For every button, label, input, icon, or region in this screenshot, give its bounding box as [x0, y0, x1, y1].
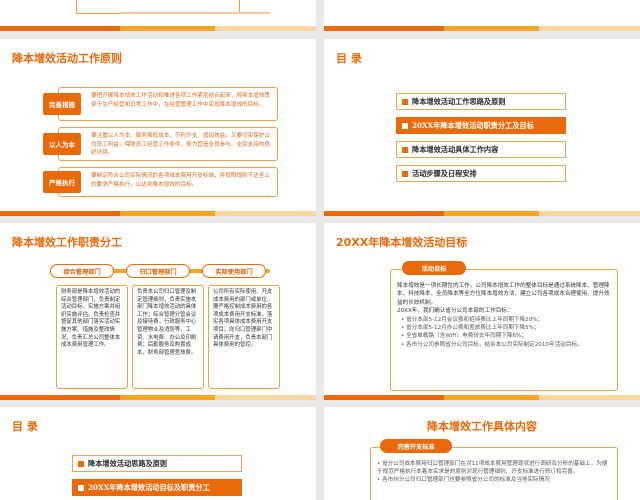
bullet-square-icon: [402, 170, 408, 177]
duty-column: 负责本公司归口管理及制定管理细则，负责实施本部门降本增效活动的具体工作；综合管理…: [132, 285, 204, 389]
bullet-square-icon: [402, 98, 408, 105]
toc-item-label: 降本增效活动具体工作内容: [412, 144, 499, 154]
fragment-line: [120, 12, 270, 14]
principle-text: 要把开展降本增效工作活动和推进各项工作紧密结合起来，将降本增效贯穿于生产经营和日…: [91, 93, 271, 108]
goal-year-line: 20XX年，我们确认省分公司本部的工作目标：: [397, 308, 513, 315]
slide-footer-bar: [0, 395, 316, 400]
slide-thumbnail-work[interactable]: 降本增效工作具体内容 • 省分公司成本费用归口管理部门在对11项成本费用管理现状…: [324, 407, 640, 500]
work-head-badge: 完善开支标准: [380, 439, 452, 453]
toc-item-label: 20XX年降本增效活动职责分工及目标: [412, 120, 534, 130]
toc-item: 活动步骤及日程安排: [396, 165, 566, 182]
bullet-square-icon: [402, 146, 408, 153]
duty-column-head: 归口管理部门: [126, 264, 190, 278]
toc-item-label: 活动步骤及日程安排: [412, 168, 477, 178]
slide-footer-bar: [0, 211, 316, 216]
principle-tag: 严格执行: [43, 171, 81, 193]
slide-thumbnail-0[interactable]: [0, 0, 316, 31]
toc-item: 降本增效活动具体工作内容: [396, 141, 566, 158]
slide-thumbnail-goals[interactable]: 20XX年降本增效活动目标 降本增效是一项长期性的工作，公司降本增效工作的整体目…: [324, 223, 640, 400]
principle-row: 严格执行 要制定符合公司实际情况的各项成本费用开支标准，并按照规则下达至上的要求…: [43, 167, 278, 197]
duty-column: 公司所有实际使用、开支成本费用的部门或单位、要严格控制成本费用的各项成本费用开支…: [208, 285, 280, 389]
slide-footer-bar: [324, 395, 640, 400]
bullet-square-icon: [402, 122, 408, 129]
toc-item-active: 20XX年降本增效活动目标及职责分工: [72, 479, 242, 496]
principle-row: 完善措施 要把开展降本增效工作活动和推进各项工作紧密结合起来，将降本增效贯穿于生…: [43, 87, 278, 121]
slide-thumbnail-1[interactable]: [324, 0, 640, 31]
goal-bullet: • 省分本部5-12月办公费和差旅费比上年同期下降5%；: [401, 325, 540, 332]
work-bullet: • 各市州分公司归口管理部门也要参照省分公司的标准及当地实际情况: [377, 477, 550, 484]
duty-column-text: 财务部是降本增效活动的综合管理部门，负责制定活动目标、实施方案并组织实施评估。负…: [61, 289, 121, 349]
goal-bullet: • 省分本部5-12月会议费和招待费比上年同期下降20%；: [401, 316, 544, 323]
work-box: • 省分公司成本费用归口管理部门在对11项成本费用管理现状进行调研及分析的基础上…: [370, 447, 618, 500]
duty-column-head: 综合管理部门: [50, 264, 114, 278]
goal-bullet: • 全省单载路（含WiFi）电费较去年同期下降6%；: [401, 333, 527, 340]
slide-footer-bar: [324, 211, 640, 216]
slide-thumbnail-toc[interactable]: 目 录 降本增效活动工作思路及原则 20XX年降本增效活动职责分工及目标 降本增…: [324, 39, 640, 216]
principle-text: 要制定符合公司实际情况的各项成本费用开支标准，并按照规则下达至上的要求严格执行，…: [91, 173, 271, 188]
work-bullet: • 省分公司成本费用归口管理部门在对11项成本费用管理现状进行调研及分析的基础上…: [377, 461, 608, 476]
duty-column-text: 负责本公司归口管理及制定管理细则，负责实施本部门降本增效活动的具体工作；综合管理…: [137, 289, 197, 356]
goal-bullet: • 各市分公司参照省分公司目标，结合本公司实际制定2010年活动目标。: [401, 341, 583, 348]
toc-item-label: 20XX年降本增效活动目标及职责分工: [88, 482, 210, 492]
slide-footer-bar: [0, 26, 316, 31]
toc-item-active: 20XX年降本增效活动职责分工及目标: [396, 117, 566, 134]
duty-column: 财务部是降本增效活动的综合管理部门，负责制定活动目标、实施方案并组织实施评估。负…: [56, 285, 128, 389]
slide-title: 目 录: [336, 52, 362, 65]
goal-intro: 降本增效是一项长期性的工作，公司降本增效工作的整体目标是通过系统降本、管理降本、…: [397, 283, 610, 306]
slide-thumbnail-duties[interactable]: 降本增效工作职责分工 综合管理部门 归口管理部门 实际使用部门 财务部是降本增效…: [0, 223, 316, 400]
toc-item: 降本增效活动工作思路及原则: [396, 93, 566, 110]
slide-title: 降本增效工作职责分工: [12, 236, 122, 249]
duty-column-head: 实际使用部门: [202, 264, 266, 278]
bullet-square-icon: [78, 460, 84, 467]
toc-item-label: 降本增效活动工作思路及原则: [412, 96, 506, 106]
duty-column-text: 公司所有实际使用、开支成本费用的部门或单位、要严格控制成本费用的各项成本费用开支…: [213, 289, 273, 349]
principle-row: 以人为本 要注重以人为本、服务降低成本、节约开支、增加效益。又要切实保护公司员工…: [43, 127, 278, 161]
slide-title: 降本增效活动工作原则: [12, 52, 122, 65]
slide-title: 20XX年降本增效活动目标: [336, 236, 468, 249]
principle-tag: 以人为本: [43, 133, 81, 155]
slide-thumbnail-toc-2[interactable]: 目 录 降本增效活动思路及原则 20XX年降本增效活动目标及职责分工: [0, 407, 316, 500]
toc-item: 降本增效活动思路及原则: [72, 455, 242, 472]
slide-footer-bar: [324, 26, 640, 31]
goal-head-badge: 活动目标: [402, 261, 466, 275]
slide-thumbnail-principles[interactable]: 降本增效活动工作原则 完善措施 要把开展降本增效工作活动和推进各项工作紧密结合起…: [0, 39, 316, 216]
principle-text: 要注重以人为本、服务降低成本、节约开支、增加效益。又要切实保护公司员工利益，保障…: [91, 133, 271, 156]
bullet-square-icon: [78, 484, 84, 491]
goal-box: 降本增效是一项长期性的工作，公司降本增效工作的整体目标是通过系统降本、管理降本、…: [390, 269, 618, 391]
slide-title: 目 录: [12, 420, 38, 433]
toc-item-label: 降本增效活动思路及原则: [88, 458, 168, 468]
principle-tag: 完善措施: [43, 93, 81, 115]
slide-title: 降本增效工作具体内容: [427, 420, 537, 433]
